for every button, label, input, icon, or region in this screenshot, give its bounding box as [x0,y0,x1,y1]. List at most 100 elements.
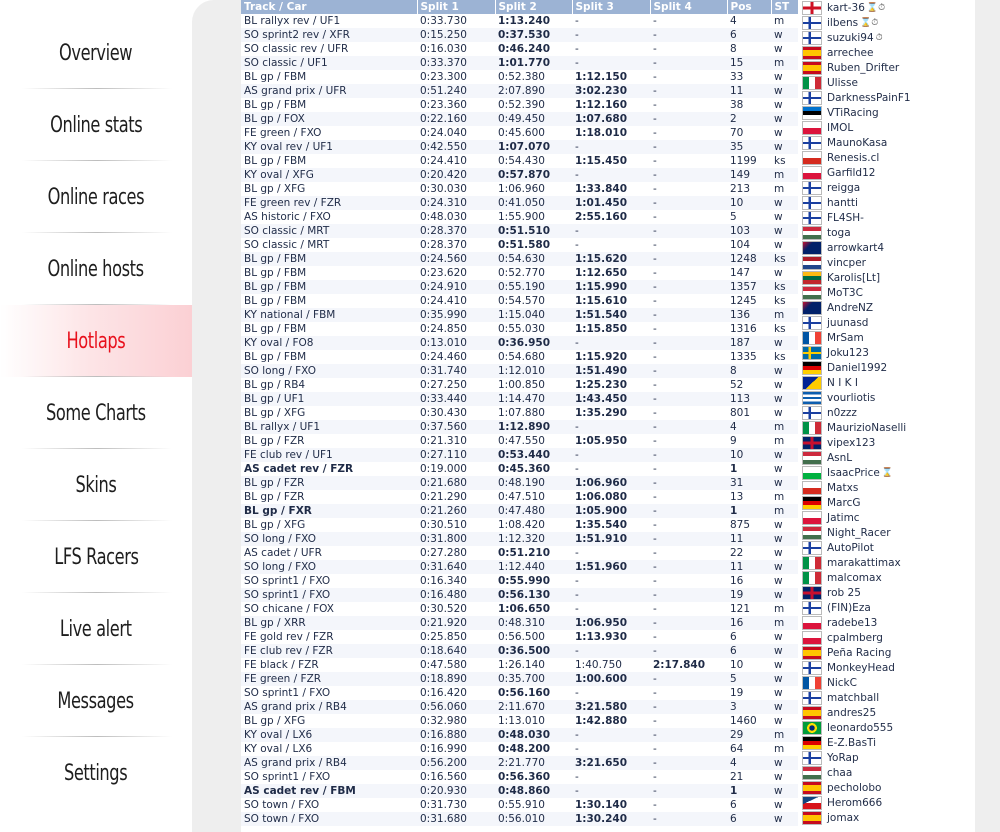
table-row[interactable]: BL gp / FBM 0:24.850 0:55.030 1:15.850 - 1316… [241,322,798,336]
racer-item[interactable]: pecholobo [800,780,974,795]
table-row[interactable]: SO chicane / FOX 0:30.520 1:06.650 - - 121 m [241,602,798,616]
racer-name[interactable]: Renesis.cl [827,152,879,164]
nav-item-online-stats[interactable]: Online stats [0,89,192,161]
racer-name[interactable]: n0zzz [827,407,857,419]
racer-name[interactable]: Daniel1992 [827,362,887,374]
cell-track[interactable]: SO sprint1 / FXO [241,588,417,602]
cell-track[interactable]: KY oval / XFG [241,168,417,182]
racer-name[interactable]: MonkeyHead [827,662,895,674]
table-row[interactable]: KY national / FBM 0:35.990 1:15.040 1:51.54… [241,308,798,322]
racer-item[interactable]: Garfild12 [800,165,974,180]
cell-track[interactable]: SO long / FXO [241,364,417,378]
table-row[interactable]: SO town / FXO 0:31.730 0:55.910 1:30.140 - 6 w [241,798,798,812]
table-row[interactable]: SO sprint1 / FXO 0:16.560 0:56.360 - - 21 w [241,770,798,784]
racer-item[interactable]: n0zzz [800,405,974,420]
racer-name[interactable]: Matxs [827,482,858,494]
cell-track[interactable]: SO chicane / FOX [241,602,417,616]
table-row[interactable]: AS cadet / UFR 0:27.280 0:51.210 - - 22 w [241,546,798,560]
table-row[interactable]: BL gp / XFG 0:30.510 1:08.420 1:35.540 - 875 w [241,518,798,532]
cell-track[interactable]: FE green / FXO [241,126,417,140]
racer-name[interactable]: E-Z.BasTi [827,737,876,749]
racer-name[interactable]: vipex123 [827,437,875,449]
racer-item[interactable]: (FIN)Eza [800,600,974,615]
racer-name[interactable]: hantti [827,197,858,209]
table-row[interactable]: BL rallyx / UF1 0:37.560 1:12.890- -4 m [241,420,798,434]
racer-item[interactable]: Matxs [800,480,974,495]
racer-item[interactable]: Renesis.cl [800,150,974,165]
racer-item[interactable]: Jatimc [800,510,974,525]
racer-name[interactable]: FL4SH- [827,212,864,224]
racer-item[interactable]: Daniel1992 [800,360,974,375]
racer-name[interactable]: vincper [827,257,866,269]
cell-track[interactable]: AS cadet rev / FBM [241,784,417,798]
racer-item[interactable]: chaa [800,765,974,780]
table-row[interactable]: AS grand prix / RB4 0:56.200 2:21.770 3:21.… [241,756,798,770]
nav-item-online-races[interactable]: Online races [0,161,192,233]
table-row[interactable]: BL rallyx rev / UF1 0:33.730 1:13.240 - - 4 m [241,14,798,28]
racer-item[interactable]: YoRap [800,750,974,765]
table-row[interactable]: FE black / FZR 0:47.580 1:26.140 1:40.750 2:… [241,658,798,672]
table-row[interactable]: BL gp / FBM 0:23.620 0:52.770 1:12.650 - 147 w [241,266,798,280]
table-row[interactable]: SO sprint1 / FXO 0:16.480 0:56.130- -19 w [241,588,798,602]
cell-track[interactable]: BL gp / XFG [241,182,417,196]
racer-item[interactable]: arrowkart4 [800,240,974,255]
cell-track[interactable]: BL gp / UF1 [241,392,417,406]
table-row[interactable]: AS historic / FXO 0:48.030 1:55.900 2:55.16… [241,210,798,224]
cell-track[interactable]: AS cadet rev / FZR [241,462,417,476]
column-header-split-3[interactable]: Split 3 [572,0,651,14]
table-row[interactable]: BL gp / FZR 0:21.310 0:47.550 1:05.950 - 9 m [241,434,798,448]
cell-track[interactable]: BL gp / FXR [241,504,417,518]
table-row[interactable]: BL gp / XFG 0:32.980 1:13.010 1:42.880 - 1460… [241,714,798,728]
racer-item[interactable]: cpalmberg [800,630,974,645]
racer-name[interactable]: arrowkart4 [827,242,884,254]
nav-item-lfs-racers[interactable]: LFS Racers [0,521,192,593]
table-row[interactable]: SO classic / MRT 0:28.370 0:51.580 - - 104 w [241,238,798,252]
cell-track[interactable]: BL gp / XRR [241,616,417,630]
cell-track[interactable]: BL gp / FBM [241,322,417,336]
cell-track[interactable]: BL gp / FBM [241,252,417,266]
racer-name[interactable]: leonardo555 [827,722,893,734]
racer-name[interactable]: IsaacPrice [827,467,880,479]
racer-item[interactable]: matchball [800,690,974,705]
racer-item[interactable]: Karolis[Lt] [800,270,974,285]
cell-track[interactable]: KY oval / FO8 [241,336,417,350]
cell-track[interactable]: BL gp / FZR [241,476,417,490]
racer-name[interactable]: Peña Racing [827,647,891,659]
racer-item[interactable]: Peña Racing [800,645,974,660]
racer-name[interactable]: NickC [827,677,857,689]
cell-track[interactable]: FE black / FZR [241,658,417,672]
racer-item[interactable]: IsaacPrice ⌛ [800,465,974,480]
racer-name[interactable]: YoRap [827,752,859,764]
table-row[interactable]: BL gp / FBM 0:24.460 0:54.680 1:15.920 - 1335… [241,350,798,364]
table-row[interactable]: KY oval / XFG 0:20.420 0:57.870- -149 m [241,168,798,182]
cell-track[interactable]: SO sprint2 rev / XFR [241,28,417,42]
cell-track[interactable]: FE club rev / FZR [241,644,417,658]
racer-item[interactable]: MaurizioNaselli [800,420,974,435]
table-row[interactable]: FE green / FXO 0:24.040 0:45.600 1:18.010 - 7… [241,126,798,140]
cell-track[interactable]: BL rallyx / UF1 [241,420,417,434]
table-row[interactable]: BL gp / FZR 0:21.290 0:47.510 1:06.080 - 13 m [241,490,798,504]
racer-item[interactable]: N I K I [800,375,974,390]
table-row[interactable]: SO long / FXO 0:31.740 1:12.010 1:51.490-8 w [241,364,798,378]
table-row[interactable]: BL gp / XFG 0:30.430 1:07.880 1:35.290 - 801 w [241,406,798,420]
column-header-split-4[interactable]: Split 4 [650,0,728,14]
table-row[interactable]: FE gold rev / FZR 0:25.850 0:56.500 1:13.93… [241,630,798,644]
cell-track[interactable]: KY national / FBM [241,308,417,322]
cell-track[interactable]: BL gp / FBM [241,98,417,112]
cell-track[interactable]: BL gp / XFG [241,518,417,532]
nav-item-hotlaps[interactable]: Hotlaps [0,305,192,377]
racer-item[interactable]: MoT3C [800,285,974,300]
racer-name[interactable]: Joku123 [827,347,869,359]
table-row[interactable]: FE club rev / UF1 0:27.110 0:53.440- -10 w [241,448,798,462]
racer-name[interactable]: Garfild12 [827,167,875,179]
racer-name[interactable]: marakattimax [827,557,901,569]
table-row[interactable]: SO sprint1 / FXO 0:16.340 0:55.990 - - 16 w [241,574,798,588]
racer-item[interactable]: Ruben_Drifter [800,60,974,75]
racer-name[interactable]: MrSam [827,332,864,344]
racer-item[interactable]: Joku123 [800,345,974,360]
cell-track[interactable]: SO classic rev / UFR [241,42,417,56]
cell-track[interactable]: BL rallyx rev / UF1 [241,14,417,28]
racer-name[interactable]: AndreNZ [827,302,873,314]
racer-item[interactable]: kart-36 ⌛⏱ [800,0,974,15]
racer-item[interactable]: IMOL [800,120,974,135]
